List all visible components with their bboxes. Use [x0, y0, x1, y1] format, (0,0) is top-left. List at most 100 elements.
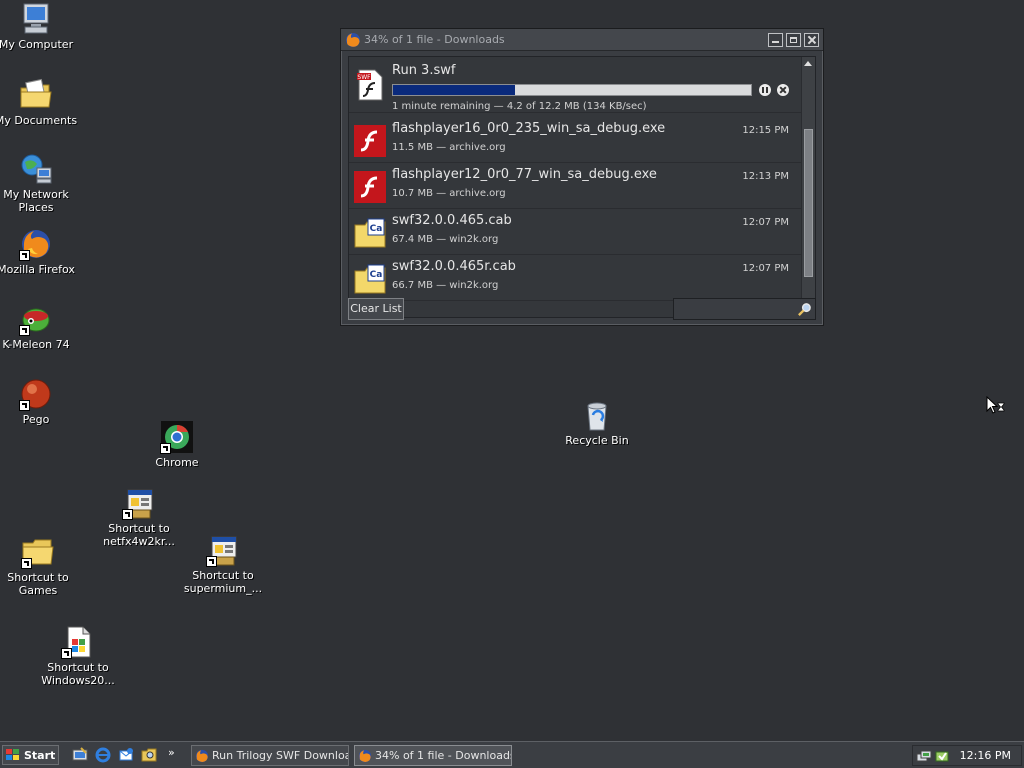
taskbar-clock: 12:16 PM	[959, 749, 1011, 762]
progress-fill	[393, 85, 515, 95]
desktop-icon-label: My Computer	[0, 38, 74, 51]
pause-button[interactable]	[759, 84, 771, 96]
download-time: 12:15 PM	[742, 125, 789, 136]
start-button[interactable]: Start	[2, 745, 59, 765]
maximize-button[interactable]	[786, 32, 801, 47]
svg-text:Ca: Ca	[370, 224, 383, 234]
pego-icon	[19, 377, 53, 411]
downloads-window[interactable]: 34% of 1 file - Downloads SWF Run 3.swf …	[340, 28, 824, 326]
network-places-icon	[19, 152, 53, 186]
desktop-icon-label: Shortcut to netfx4w2kr...	[103, 522, 175, 548]
clear-list-button[interactable]: Clear List	[348, 298, 404, 320]
flash-icon	[354, 171, 386, 203]
download-time: 12:13 PM	[742, 171, 789, 182]
taskbar-button-downloads[interactable]: 34% of 1 file - Downloads	[354, 745, 512, 766]
desktop-icon-my-network-places[interactable]: My Network Places	[0, 152, 78, 214]
desktop-icon-pego[interactable]: Pego	[0, 377, 78, 426]
scroll-up-arrow-icon[interactable]	[804, 61, 812, 66]
desktop-icon-shortcut-games[interactable]: Shortcut to Games	[0, 535, 80, 597]
computer-icon	[19, 2, 53, 36]
quick-launch	[72, 747, 164, 763]
close-button[interactable]	[804, 32, 819, 47]
shortcut-arrow-icon	[206, 556, 217, 567]
quick-launch-chevron[interactable]: »	[168, 746, 175, 759]
shortcut-arrow-icon	[122, 509, 133, 520]
outlook-express-icon[interactable]	[118, 747, 134, 763]
taskbar: Start » Run Trilogy SWF Downloa... 34% o…	[0, 741, 1024, 768]
system-tray: 12:16 PM	[912, 745, 1022, 766]
start-label: Start	[24, 748, 56, 762]
chrome-icon	[160, 420, 194, 454]
task-label: Run Trilogy SWF Downloa...	[212, 749, 349, 762]
cab-file-icon: Ca	[354, 264, 386, 294]
installer-icon	[122, 486, 156, 520]
minimize-button[interactable]	[768, 32, 783, 47]
download-item[interactable]: Ca swf32.0.0.465r.cab 66.7 MB — win2k.or…	[349, 255, 801, 301]
desktop-icon-label: Shortcut to Windows20...	[41, 661, 115, 687]
busy-cursor-icon	[986, 396, 1005, 414]
download-item-active[interactable]: SWF Run 3.swf 1 minute remaining — 4.2 o…	[349, 57, 801, 113]
k-meleon-icon	[19, 302, 53, 336]
swf-file-icon: SWF	[357, 69, 383, 101]
documents-folder-icon	[19, 78, 53, 112]
desktop-icon-label: My Network Places	[3, 188, 69, 214]
desktop-icon-shortcut-windows20[interactable]: Shortcut to Windows20...	[36, 625, 120, 687]
download-status: 1 minute remaining — 4.2 of 12.2 MB (134…	[392, 101, 647, 112]
svg-text:Ca: Ca	[370, 270, 383, 280]
desktop-icon-my-computer[interactable]: My Computer	[0, 2, 78, 51]
firefox-icon	[195, 749, 209, 762]
document-icon	[61, 625, 95, 659]
desktop-icon-label: Chrome	[155, 456, 199, 469]
task-label: 34% of 1 file - Downloads	[375, 749, 512, 762]
desktop-icon-recycle-bin[interactable]: Recycle Bin	[555, 398, 639, 447]
download-filename: flashplayer12_0r0_77_win_sa_debug.exe	[392, 167, 657, 182]
desktop-icon-shortcut-supermium[interactable]: Shortcut to supermium_...	[181, 533, 265, 595]
folder-icon	[21, 535, 55, 569]
download-item[interactable]: flashplayer12_0r0_77_win_sa_debug.exe 10…	[349, 163, 801, 209]
shortcut-arrow-icon	[21, 558, 32, 569]
download-time: 12:07 PM	[742, 263, 789, 274]
desktop-icon-chrome[interactable]: Chrome	[135, 420, 219, 469]
download-filename: flashplayer16_0r0_235_win_sa_debug.exe	[392, 121, 666, 136]
search-icon	[798, 303, 811, 316]
download-time: 12:07 PM	[742, 217, 789, 228]
download-progress-bar	[392, 84, 752, 96]
desktop-icon-k-meleon[interactable]: K-Meleon 74	[0, 302, 78, 351]
download-meta: 67.4 MB — win2k.org	[392, 234, 499, 245]
svg-text:SWF: SWF	[357, 74, 371, 81]
internet-explorer-icon[interactable]	[95, 747, 111, 763]
download-item[interactable]: Ca swf32.0.0.465.cab 67.4 MB — win2k.org…	[349, 209, 801, 255]
network-tray-icon[interactable]	[916, 748, 932, 764]
desktop-icon-label: K-Meleon 74	[2, 338, 70, 351]
desktop-icon-label: Recycle Bin	[565, 434, 629, 447]
desktop-icon-my-documents[interactable]: My Documents	[0, 78, 78, 127]
scroll-thumb[interactable]	[804, 129, 813, 277]
shortcut-arrow-icon	[61, 648, 72, 659]
desktop-icon-label: Mozilla Firefox	[0, 263, 75, 276]
taskbar-button-run-trilogy[interactable]: Run Trilogy SWF Downloa...	[191, 745, 349, 766]
download-filename: swf32.0.0.465r.cab	[392, 259, 516, 274]
installer-icon	[206, 533, 240, 567]
search-folder-icon[interactable]	[141, 747, 157, 763]
cancel-download-button[interactable]	[777, 84, 789, 96]
download-filename: Run 3.swf	[392, 63, 456, 78]
firefox-icon	[358, 749, 372, 762]
desktop-icon-shortcut-netfx[interactable]: Shortcut to netfx4w2kr...	[97, 486, 181, 548]
recycle-bin-icon	[580, 398, 614, 432]
downloads-search-input[interactable]	[673, 298, 816, 320]
download-meta: 10.7 MB — archive.org	[392, 188, 506, 199]
download-item[interactable]: flashplayer16_0r0_235_win_sa_debug.exe 1…	[349, 117, 801, 163]
shortcut-arrow-icon	[160, 443, 171, 454]
downloads-titlebar[interactable]: 34% of 1 file - Downloads	[341, 29, 823, 51]
downloads-scrollbar[interactable]	[801, 57, 815, 317]
show-desktop-icon[interactable]	[72, 747, 88, 763]
shortcut-arrow-icon	[19, 325, 30, 336]
download-meta: 11.5 MB — archive.org	[392, 142, 506, 153]
desktop-icon-mozilla-firefox[interactable]: Mozilla Firefox	[0, 227, 78, 276]
desktop-icon-label: Pego	[22, 413, 50, 426]
shortcut-arrow-icon	[19, 400, 30, 411]
safely-remove-hardware-icon[interactable]	[934, 748, 950, 764]
desktop-icon-label: My Documents	[0, 114, 78, 127]
downloads-list[interactable]: SWF Run 3.swf 1 minute remaining — 4.2 o…	[348, 56, 816, 318]
desktop-icon-label: Shortcut to supermium_...	[183, 569, 263, 595]
